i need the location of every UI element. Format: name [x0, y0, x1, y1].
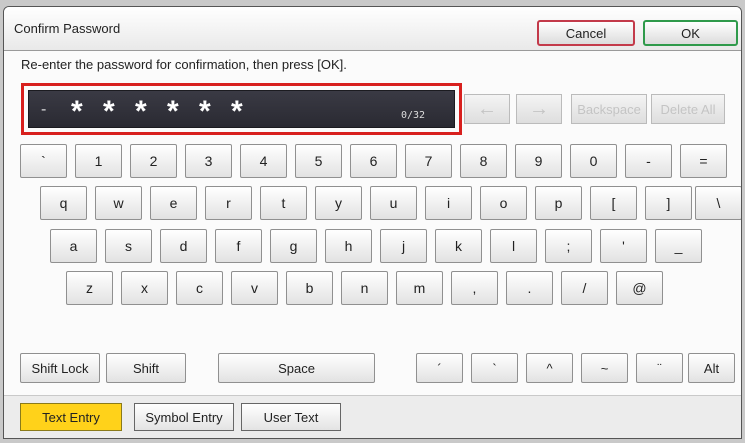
key[interactable]: g: [270, 229, 317, 263]
key[interactable]: r: [205, 186, 252, 220]
key[interactable]: c: [176, 271, 223, 305]
instruction-text: Re-enter the password for confirmation, …: [21, 57, 347, 72]
umlaut-key[interactable]: ¨: [636, 353, 683, 383]
key[interactable]: `: [20, 144, 67, 178]
key[interactable]: i: [425, 186, 472, 220]
key[interactable]: y: [315, 186, 362, 220]
key[interactable]: k: [435, 229, 482, 263]
delete-all-button[interactable]: Delete All: [651, 94, 725, 124]
key[interactable]: 7: [405, 144, 452, 178]
alt-button[interactable]: Alt: [688, 353, 735, 383]
tab-user-text[interactable]: User Text: [241, 403, 341, 431]
key[interactable]: q: [40, 186, 87, 220]
key[interactable]: m: [396, 271, 443, 305]
grave-accent-key[interactable]: `: [471, 353, 518, 383]
key[interactable]: a: [50, 229, 97, 263]
key[interactable]: =: [680, 144, 727, 178]
key[interactable]: 3: [185, 144, 232, 178]
shift-button[interactable]: Shift: [106, 353, 186, 383]
key[interactable]: 2: [130, 144, 177, 178]
key[interactable]: o: [480, 186, 527, 220]
key[interactable]: j: [380, 229, 427, 263]
key[interactable]: w: [95, 186, 142, 220]
key[interactable]: t: [260, 186, 307, 220]
shift-lock-button[interactable]: Shift Lock: [20, 353, 100, 383]
key[interactable]: ]: [645, 186, 692, 220]
key[interactable]: ;: [545, 229, 592, 263]
key[interactable]: z: [66, 271, 113, 305]
key[interactable]: /: [561, 271, 608, 305]
key[interactable]: l: [490, 229, 537, 263]
key[interactable]: n: [341, 271, 388, 305]
key[interactable]: 4: [240, 144, 287, 178]
key[interactable]: ': [600, 229, 647, 263]
page-title: Confirm Password: [14, 21, 121, 36]
key[interactable]: h: [325, 229, 372, 263]
key[interactable]: -: [625, 144, 672, 178]
key[interactable]: p: [535, 186, 582, 220]
character-counter: 0/32: [401, 110, 426, 121]
key[interactable]: d: [160, 229, 207, 263]
key[interactable]: @: [616, 271, 663, 305]
tab-symbol-entry[interactable]: Symbol Entry: [134, 403, 234, 431]
key[interactable]: 9: [515, 144, 562, 178]
password-field-highlight: - * * * * * * 0/32: [21, 83, 462, 135]
key[interactable]: [: [590, 186, 637, 220]
cursor-right-button[interactable]: →: [516, 94, 562, 124]
cancel-button[interactable]: Cancel: [537, 20, 635, 46]
ok-button[interactable]: OK: [643, 20, 738, 46]
tilde-key[interactable]: ~: [581, 353, 628, 383]
password-masked-value: * * * * * *: [71, 95, 249, 128]
title-bar: Confirm Password Cancel OK: [4, 7, 741, 51]
key[interactable]: .: [506, 271, 553, 305]
key[interactable]: u: [370, 186, 417, 220]
key[interactable]: e: [150, 186, 197, 220]
key[interactable]: 6: [350, 144, 397, 178]
key[interactable]: 1: [75, 144, 122, 178]
acute-accent-key[interactable]: ´: [416, 353, 463, 383]
key[interactable]: 5: [295, 144, 342, 178]
key[interactable]: f: [215, 229, 262, 263]
key[interactable]: ,: [451, 271, 498, 305]
confirm-password-screen: Confirm Password Cancel OK Re-enter the …: [3, 6, 742, 439]
space-button[interactable]: Space: [218, 353, 375, 383]
key[interactable]: 0: [570, 144, 617, 178]
key[interactable]: 8: [460, 144, 507, 178]
password-input[interactable]: - * * * * * * 0/32: [28, 90, 455, 128]
key[interactable]: b: [286, 271, 333, 305]
key[interactable]: s: [105, 229, 152, 263]
backspace-button[interactable]: Backspace: [571, 94, 647, 124]
key[interactable]: x: [121, 271, 168, 305]
cursor-left-button[interactable]: ←: [464, 94, 510, 124]
circumflex-key[interactable]: ^: [526, 353, 573, 383]
password-prefix: -: [41, 101, 47, 118]
key[interactable]: \: [695, 186, 741, 220]
key[interactable]: _: [655, 229, 702, 263]
key[interactable]: v: [231, 271, 278, 305]
tab-text-entry[interactable]: Text Entry: [20, 403, 122, 431]
